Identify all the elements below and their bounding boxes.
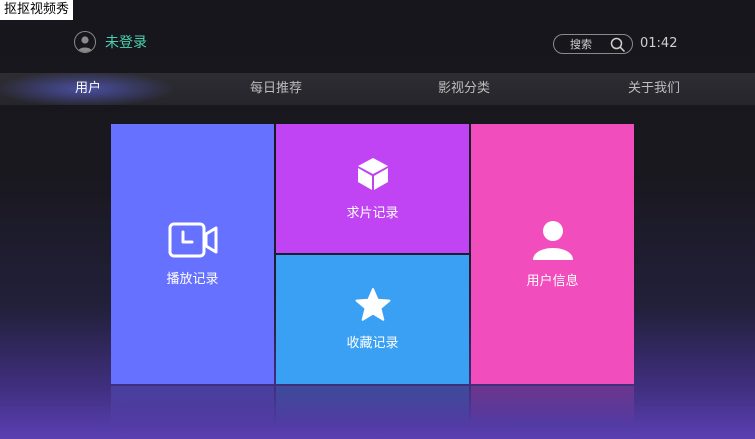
tab-about-us[interactable]: 关于我们 [628, 73, 680, 105]
search-placeholder[interactable]: 搜索 [570, 36, 592, 52]
favorites-tile[interactable]: 收藏记录 [276, 255, 469, 384]
user-icon [531, 220, 575, 264]
request-history-tile[interactable]: 求片记录 [276, 124, 469, 253]
tile-reflection [471, 386, 634, 426]
user-info-tile[interactable]: 用户信息 [471, 124, 634, 384]
tab-user[interactable]: 用户 [75, 73, 101, 105]
tab-daily-recommend[interactable]: 每日推荐 [250, 73, 302, 105]
clock-time: 01:42 [640, 36, 678, 51]
search-icon[interactable] [610, 37, 626, 57]
tile-reflection [276, 386, 469, 426]
user-login-area[interactable]: 未登录 [74, 31, 147, 53]
cube-icon [356, 156, 390, 196]
nav-bar: 用户 每日推荐 影视分类 关于我们 [0, 73, 755, 105]
search-box[interactable]: 搜索 [553, 34, 633, 54]
play-history-tile[interactable]: 播放记录 [111, 124, 274, 384]
video-camera-icon [168, 222, 218, 262]
play-history-label: 播放记录 [166, 271, 219, 287]
star-icon [355, 288, 391, 326]
window-title: 抠抠视频秀 [0, 0, 74, 20]
request-history-label: 求片记录 [346, 206, 399, 221]
user-info-label: 用户信息 [526, 273, 579, 289]
tile-reflection [111, 386, 274, 426]
favorites-label: 收藏记录 [346, 336, 399, 351]
tab-categories[interactable]: 影视分类 [438, 73, 490, 105]
avatar-icon[interactable] [74, 31, 96, 53]
login-status-label[interactable]: 未登录 [105, 32, 147, 52]
